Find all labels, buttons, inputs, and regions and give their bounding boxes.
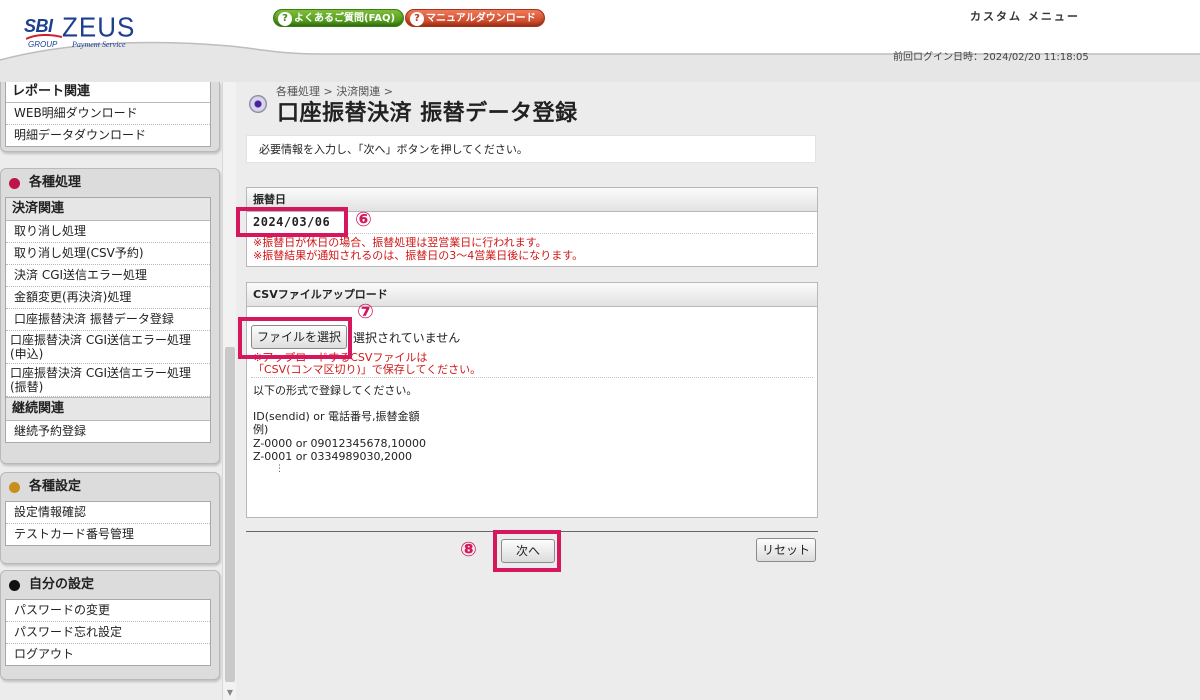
- sidebar-item-test-card[interactable]: テストカード番号管理: [6, 524, 210, 545]
- manual-download-button[interactable]: ? マニュアルダウンロード: [405, 9, 545, 27]
- sidebar: レポート関連 WEB明細ダウンロード 明細データダウンロード 各種処理 決済関連…: [0, 82, 236, 700]
- instruction-text: 必要情報を入力し、「次へ」ボタンを押してください。: [246, 135, 816, 163]
- processing-title: 各種処理: [29, 175, 82, 190]
- last-login-text: 前回ログイン日時：2024/02/20 11:18:05: [893, 52, 1089, 63]
- scroll-down-arrow-icon[interactable]: ▼: [225, 688, 235, 698]
- logo-zeus-text: ZEUS: [62, 11, 136, 43]
- red-dot-icon: [9, 178, 20, 189]
- page-title: 口座振替決済 振替データ登録: [277, 101, 578, 126]
- reset-button[interactable]: リセット: [756, 538, 816, 562]
- format-example-1: Z-0000 or 09012345678,10000: [253, 437, 427, 450]
- logo-group-text: GROUP: [28, 40, 58, 49]
- format-header: ID(sendid) or 電話番号,振替金額: [253, 410, 420, 423]
- format-example-label: 例): [253, 423, 269, 436]
- vertical-ellipsis-icon: ⋮: [275, 464, 284, 474]
- sidebar-item-payment-cgi-error[interactable]: 決済 CGI送信エラー処理: [6, 265, 210, 287]
- report-panel: レポート関連 WEB明細ダウンロード 明細データダウンロード: [0, 82, 220, 152]
- csv-note-2: 「CSV(コンマ区切り)」で保存してください。: [253, 363, 482, 376]
- sidebar-item-change-password[interactable]: パスワードの変更: [6, 600, 210, 622]
- logo-payment-service-text: Payment Service: [72, 40, 126, 49]
- step-8-marker: ⑧: [460, 537, 477, 561]
- faq-button[interactable]: ? よくあるご質問(FAQ): [273, 9, 405, 27]
- sidebar-item-amount-change[interactable]: 金額変更(再決済)処理: [6, 287, 210, 309]
- settings-title: 各種設定: [29, 479, 82, 494]
- sidebar-item-logout[interactable]: ログアウト: [6, 644, 210, 665]
- custom-menu-link[interactable]: カスタム メニュー: [970, 8, 1080, 24]
- processing-heading[interactable]: 各種処理: [1, 169, 219, 197]
- my-settings-panel: 自分の設定 パスワードの変更 パスワード忘れ設定 ログアウト: [0, 570, 220, 680]
- settings-menu: 設定情報確認 テストカード番号管理: [5, 501, 211, 546]
- report-menu: レポート関連 WEB明細ダウンロード 明細データダウンロード: [5, 82, 211, 147]
- question-icon: ?: [278, 12, 292, 26]
- transfer-date-note-2: ※振替結果が通知されるのは、振替日の3～4営業日後になります。: [253, 249, 584, 262]
- highlight-choose-file: [238, 317, 352, 359]
- divider: [251, 377, 813, 378]
- sidebar-item-statement-data-download[interactable]: 明細データダウンロード: [6, 125, 210, 146]
- transfer-date-note-1: ※振替日が休日の場合、振替処理は翌営業日に行われます。: [253, 236, 547, 249]
- category-subscription: 継続関連: [6, 397, 210, 421]
- black-dot-icon: [9, 580, 20, 591]
- sidebar-item-forgot-password[interactable]: パスワード忘れ設定: [6, 622, 210, 644]
- my-settings-menu: パスワードの変更 パスワード忘れ設定 ログアウト: [5, 599, 211, 666]
- format-example-2: Z-0001 or 0334989030,2000: [253, 450, 413, 463]
- settings-panel: 各種設定 設定情報確認 テストカード番号管理: [0, 472, 220, 564]
- zeus-logo[interactable]: SBI ZEUS GROUP Payment Service: [24, 10, 154, 54]
- step-6-marker: ⑥: [355, 207, 372, 231]
- csv-upload-heading: CSVファイルアップロード: [247, 283, 817, 307]
- sidebar-item-account-transfer-data[interactable]: 口座振替決済 振替データ登録: [6, 309, 210, 331]
- sidebar-item-transfer-cgi-error-apply[interactable]: 口座振替決済 CGI送信エラー処理(申込): [6, 331, 210, 364]
- title-bullet-icon: [249, 95, 267, 113]
- processing-menu: 決済関連 取り消し処理 取り消し処理(CSV予約) 決済 CGI送信エラー処理 …: [5, 197, 211, 443]
- category-payment: 決済関連: [6, 198, 210, 221]
- question-icon: ?: [410, 12, 424, 26]
- format-intro: 以下の形式で登録してください。: [253, 384, 418, 397]
- sidebar-item-cancel-csv[interactable]: 取り消し処理(CSV予約): [6, 243, 210, 265]
- sidebar-item-settings-info[interactable]: 設定情報確認: [6, 502, 210, 524]
- no-file-selected-text: 選択されていません: [353, 331, 461, 345]
- processing-panel: 各種処理 決済関連 取り消し処理 取り消し処理(CSV予約) 決済 CGI送信エ…: [0, 168, 220, 464]
- report-heading: レポート関連: [12, 84, 91, 99]
- faq-button-label: よくあるご質問(FAQ): [294, 13, 396, 24]
- orange-dot-icon: [9, 482, 20, 493]
- highlight-next-button: [493, 530, 561, 572]
- settings-heading[interactable]: 各種設定: [1, 473, 219, 501]
- step-7-marker: ⑦: [357, 299, 374, 323]
- header: SBI ZEUS GROUP Payment Service ? よくあるご質問…: [0, 0, 1200, 82]
- my-settings-heading[interactable]: 自分の設定: [1, 571, 219, 599]
- sidebar-item-cancel[interactable]: 取り消し処理: [6, 221, 210, 243]
- highlight-transfer-date: [236, 207, 348, 237]
- sidebar-item-web-statement-download[interactable]: WEB明細ダウンロード: [6, 102, 210, 125]
- sidebar-scrollbar[interactable]: ▼: [222, 82, 236, 700]
- sidebar-item-transfer-cgi-error-transfer[interactable]: 口座振替決済 CGI送信エラー処理(振替): [6, 364, 210, 397]
- manual-download-label: マニュアルダウンロード: [426, 13, 536, 24]
- sidebar-item-subscription-register[interactable]: 継続予約登録: [6, 421, 210, 442]
- my-settings-title: 自分の設定: [29, 577, 95, 592]
- scrollbar-thumb[interactable]: [225, 347, 235, 682]
